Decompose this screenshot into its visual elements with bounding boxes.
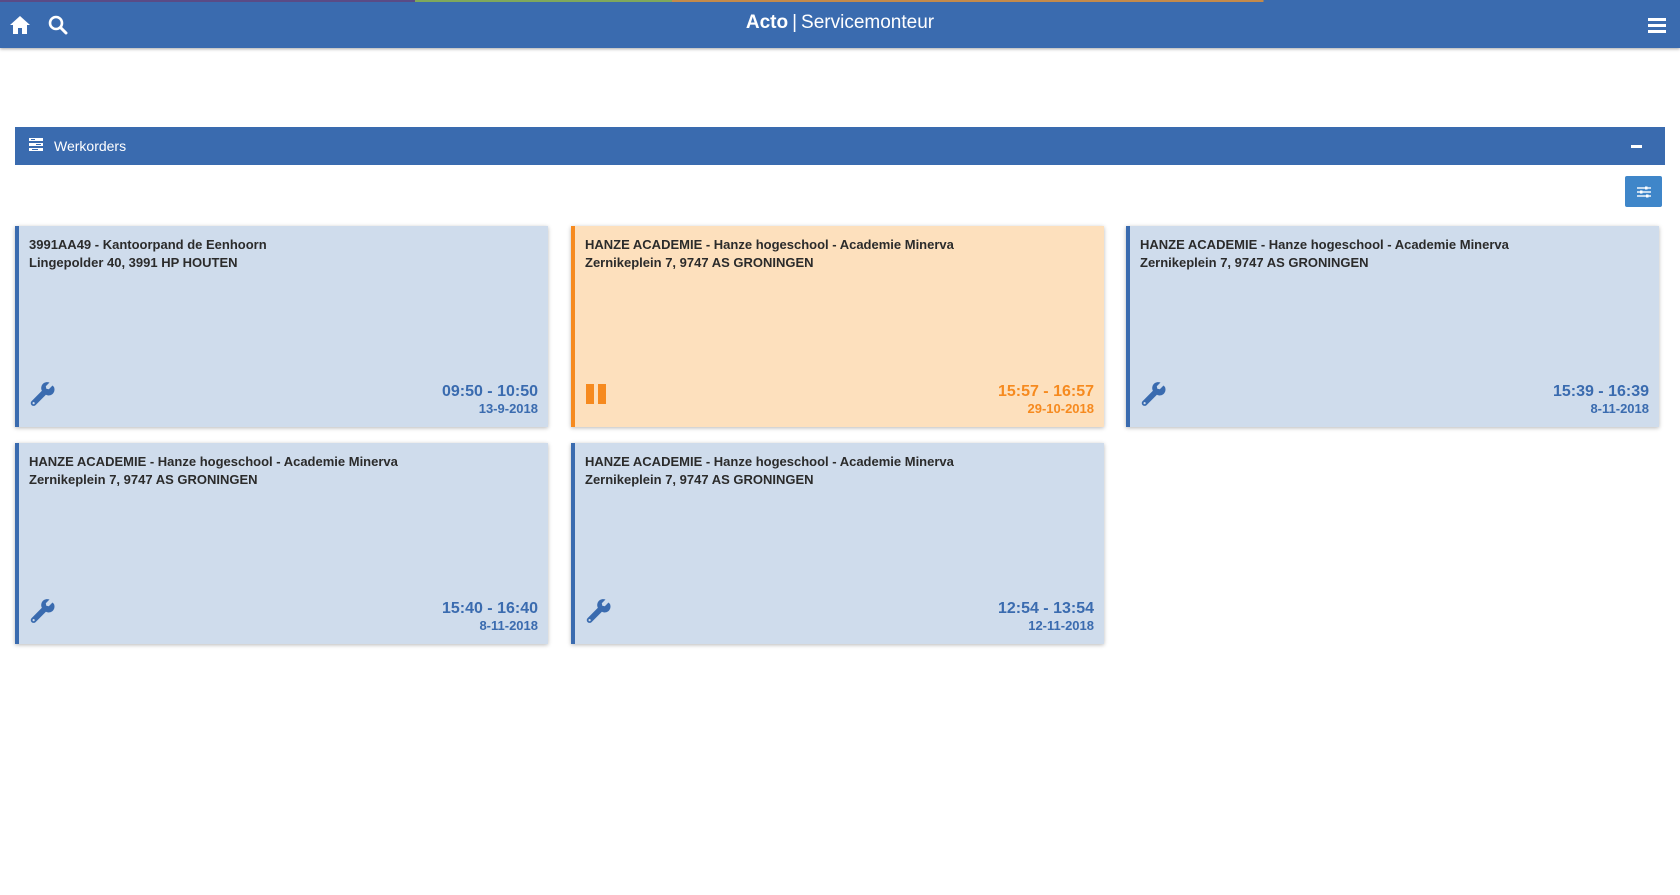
wrench-icon [586,599,611,623]
wrench-icon [30,382,55,406]
workorder-address: Lingepolder 40, 3991 HP HOUTEN [29,255,238,270]
list-icon [29,138,43,151]
workorder-address: Zernikeplein 7, 9747 AS GRONINGEN [29,472,258,487]
panel-title: Werkorders [54,138,127,154]
hamburger-menu-icon [1648,18,1666,33]
workorder-time: 09:50 - 10:50 [441,383,538,400]
workorder-card[interactable]: 3991AA49 - Kantoorpand de Eenhoorn Linge… [15,226,548,427]
workorder-date: 29-10-2018 [1027,401,1095,416]
workorder-address: Zernikeplein 7, 9747 AS GRONINGEN [585,255,814,270]
workorder-card[interactable]: HANZE ACADEMIE - Hanze hogeschool - Acad… [571,443,1104,644]
collapse-button[interactable] [1631,140,1643,152]
workorder-date: 13-9-2018 [478,401,538,416]
workorder-title: HANZE ACADEMIE - Hanze hogeschool - Acad… [585,237,954,252]
workorder-time: 15:57 - 16:57 [997,383,1094,400]
workorder-time: 12:54 - 13:54 [997,600,1094,617]
workorder-address: Zernikeplein 7, 9747 AS GRONINGEN [585,472,814,487]
wrench-icon [30,599,55,623]
app-brand: Acto | Servicemonteur [0,11,1680,35]
workorder-title: HANZE ACADEMIE - Hanze hogeschool - Acad… [29,454,398,469]
workorder-title: HANZE ACADEMIE - Hanze hogeschool - Acad… [1140,237,1509,252]
menu-button[interactable] [1644,12,1670,38]
workorder-card[interactable]: HANZE ACADEMIE - Hanze hogeschool - Acad… [15,443,548,644]
top-bar: Acto | Servicemonteur [0,0,1680,48]
brand-module: Servicemonteur [801,12,935,33]
workorder-time: 15:39 - 16:39 [1552,383,1649,400]
sliders-icon [1636,186,1651,197]
workorder-date: 8-11-2018 [479,618,538,633]
top-accent-strip [0,0,1680,2]
workorder-title: HANZE ACADEMIE - Hanze hogeschool - Acad… [585,454,954,469]
filter-button[interactable] [1625,176,1662,207]
workorder-card[interactable]: HANZE ACADEMIE - Hanze hogeschool - Acad… [571,226,1104,427]
workorder-time: 15:40 - 16:40 [441,600,538,617]
workorder-address: Zernikeplein 7, 9747 AS GRONINGEN [1140,255,1369,270]
brand-name: Acto [745,12,789,33]
workorder-card[interactable]: HANZE ACADEMIE - Hanze hogeschool - Acad… [1126,226,1659,427]
workorders-panel-header: Werkorders [15,127,1665,165]
workorder-date: 12-11-2018 [1028,618,1094,633]
brand-separator: | [792,12,798,33]
pause-icon [586,384,606,404]
wrench-icon [1141,382,1166,406]
workorder-date: 8-11-2018 [1590,401,1649,416]
workorder-title: 3991AA49 - Kantoorpand de Eenhoorn [29,237,267,252]
